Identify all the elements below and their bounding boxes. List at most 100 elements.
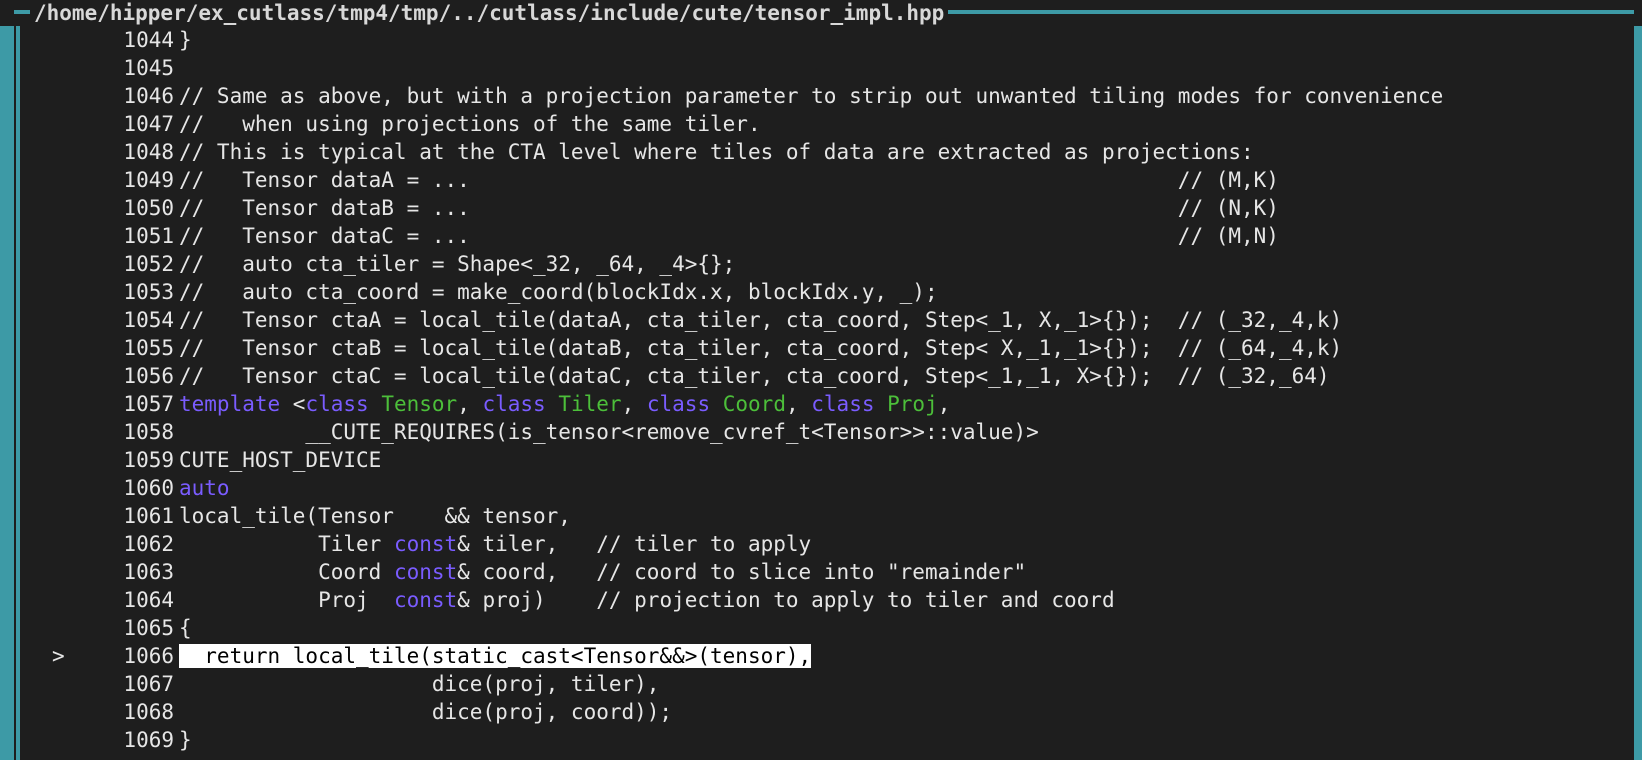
code-text: // when using projections of the same ti… [179,110,761,138]
code-token: Tiler [179,532,394,556]
type-token: Proj [887,392,938,416]
line-number: 1065 [123,616,174,640]
terminal-window: /home/hipper/ex_cutlass/tmp4/tmp/../cutl… [0,0,1642,760]
highlighted-text: return local_tile(static_cast<Tensor&&>(… [179,644,812,668]
code-text: // This is typical at the CTA level wher… [179,138,1254,166]
file-path-title: /home/hipper/ex_cutlass/tmp4/tmp/../cutl… [30,0,949,26]
code-token: // when using projections of the same ti… [179,112,761,136]
code-token: dice(proj, tiler), [179,672,660,696]
keyword-token: template [179,392,281,416]
code-line[interactable]: 1063 Coord const& coord, // coord to sli… [22,558,1634,586]
code-text: auto [179,474,230,502]
code-line[interactable]: 1047// when using projections of the sam… [22,110,1634,138]
line-number: 1055 [123,336,174,360]
code-token: & proj) // projection to apply to tiler … [457,588,1115,612]
source-code-view[interactable]: 1044} 1045 1046// Same as above, but with … [22,26,1634,754]
keyword-token: const [393,532,458,556]
code-token: , [937,392,951,416]
code-text: // auto cta_tiler = Shape<_32, _64, _4>{… [179,250,735,278]
code-text: dice(proj, tiler), [179,670,660,698]
code-line[interactable]: 1050// Tensor dataB = ... // (N,K) [22,194,1634,222]
line-number: 1050 [123,196,174,220]
code-text: } [179,26,192,54]
line-number: 1054 [123,308,174,332]
line-number: 1053 [123,280,174,304]
line-number: 1067 [123,672,174,696]
code-text: dice(proj, coord)); [179,698,672,726]
code-line[interactable]: 1049// Tensor dataA = ... // (M,K) [22,166,1634,194]
current-line-marker: > [52,644,65,668]
code-text: return local_tile(static_cast<Tensor&&>(… [179,642,812,670]
code-text: // Tensor dataA = ... // (M,K) [179,166,1279,194]
line-number: 1062 [123,532,174,556]
code-line[interactable]: 1061 local_tile(Tensor && tensor, [22,502,1634,530]
line-number: 1048 [123,140,174,164]
code-text: } [179,726,192,754]
type-token: Coord [722,392,786,416]
right-border [1634,0,1642,760]
code-line[interactable]: 1046// Same as above, but with a project… [22,82,1634,110]
code-text: __CUTE_REQUIRES(is_tensor<remove_cvref_t… [179,418,1039,446]
code-text: Proj const& proj) // projection to apply… [179,586,1115,614]
code-text: local_tile(Tensor && tensor, [179,502,571,530]
keyword-token: class [482,392,546,416]
code-token: Proj [179,588,394,612]
code-line[interactable]: 1057 template <class Tensor, class Tiler,… [22,390,1634,418]
keyword-token: class [811,392,875,416]
line-number: 1056 [123,364,174,388]
code-line[interactable]: 1048// This is typical at the CTA level … [22,138,1634,166]
line-number: 1064 [123,588,174,612]
code-text: // Same as above, but with a projection … [179,82,1443,110]
code-token: } [179,28,192,52]
code-token: // Tensor dataA = ... // (M,K) [179,168,1279,192]
code-line[interactable]: 1045 [22,54,1634,82]
code-line[interactable]: 1065{ [22,614,1634,642]
code-text: CUTE_HOST_DEVICE [179,446,381,474]
line-number: 1045 [123,56,174,80]
code-line[interactable]: 1067 dice(proj, tiler), [22,670,1634,698]
code-line[interactable]: 1044} [22,26,1634,54]
current-code-line[interactable]: >1066 return local_tile(static_cast<Tens… [22,642,1634,670]
code-token: __CUTE_REQUIRES(is_tensor<remove_cvref_t… [179,420,1039,444]
code-line[interactable]: 1068 dice(proj, coord)); [22,698,1634,726]
code-text: { [179,614,192,642]
code-line[interactable]: 1069} [22,726,1634,754]
code-token: , [621,392,647,416]
code-text: // Tensor dataC = ... // (M,N) [179,222,1279,250]
code-line[interactable]: 1053// auto cta_coord = make_coord(block… [22,278,1634,306]
code-token: // This is typical at the CTA level wher… [179,140,1254,164]
code-line[interactable]: 1051// Tensor dataC = ... // (M,N) [22,222,1634,250]
code-line[interactable]: 1052// auto cta_tiler = Shape<_32, _64, … [22,250,1634,278]
code-text: // Tensor dataB = ... // (N,K) [179,194,1279,222]
code-token: // Tensor ctaC = local_tile(dataC, cta_t… [179,364,1330,388]
code-line[interactable]: 1060 auto [22,474,1634,502]
line-number: 1052 [123,252,174,276]
code-line[interactable]: 1058 __CUTE_REQUIRES(is_tensor<remove_cv… [22,418,1634,446]
code-token: // Same as above, but with a projection … [179,84,1444,108]
line-number: 1061 [123,504,174,528]
code-text: // auto cta_coord = make_coord(blockIdx.… [179,278,938,306]
keyword-token: auto [179,476,230,500]
keyword-token: const [393,588,458,612]
code-text: // Tensor ctaC = local_tile(dataC, cta_t… [179,362,1330,390]
code-token: { [179,616,192,640]
code-line[interactable]: 1062 Tiler const& tiler, // tiler to app… [22,530,1634,558]
code-line[interactable]: 1054// Tensor ctaA = local_tile(dataA, c… [22,306,1634,334]
line-number: 1063 [123,560,174,584]
code-token: // Tensor ctaB = local_tile(dataB, cta_t… [179,336,1343,360]
code-text: Coord const& coord, // coord to slice in… [179,558,1026,586]
code-line[interactable]: 1055// Tensor ctaB = local_tile(dataB, c… [22,334,1634,362]
line-number: 1060 [123,476,174,500]
code-token: // Tensor dataC = ... // (M,N) [179,224,1279,248]
code-line[interactable]: 1064 Proj const& proj) // projection to … [22,586,1634,614]
type-token: Tiler [558,392,622,416]
code-line[interactable]: 1056// Tensor ctaC = local_tile(dataC, c… [22,362,1634,390]
code-token: < [280,392,306,416]
keyword-token: class [305,392,369,416]
keyword-token: const [393,560,458,584]
line-number: 1044 [123,28,174,52]
code-line[interactable]: 1059 CUTE_HOST_DEVICE [22,446,1634,474]
